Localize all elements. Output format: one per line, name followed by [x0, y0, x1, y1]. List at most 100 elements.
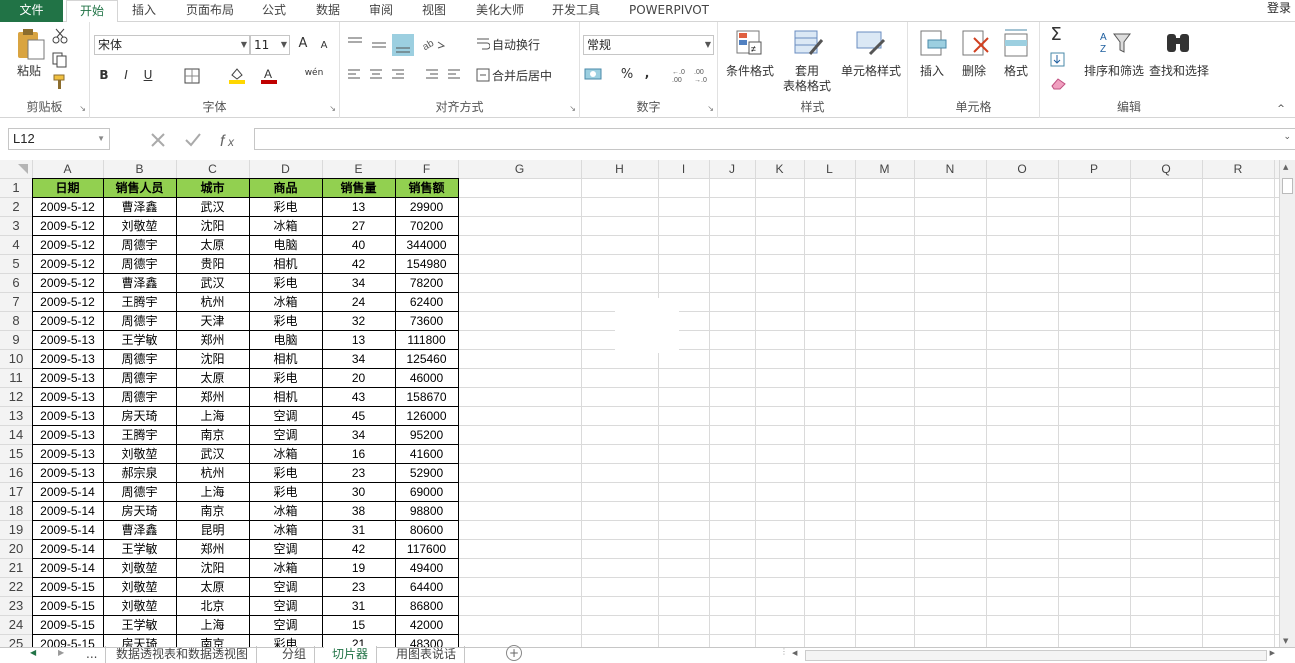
table-cell[interactable]: 房天琦 [121, 503, 157, 518]
table-cell[interactable]: 王腾宇 [121, 427, 157, 442]
delete-cells-button[interactable]: 删除 [956, 64, 992, 78]
table-cell[interactable]: 34 [352, 276, 366, 290]
table-cell[interactable]: 2009-5-15 [40, 599, 95, 613]
table-cell[interactable]: 2009-5-14 [40, 561, 95, 575]
table-cell[interactable]: 王学敏 [121, 541, 157, 556]
column-header-L[interactable]: L [826, 162, 833, 176]
row-header-4[interactable]: 4 [12, 237, 19, 252]
table-cell[interactable]: 南京 [200, 503, 224, 518]
row-header-12[interactable]: 12 [9, 389, 23, 404]
table-cell[interactable]: 贵阳 [200, 257, 224, 271]
tab-insert[interactable]: 插入 [124, 0, 164, 22]
tab-view[interactable]: 视图 [414, 0, 454, 22]
table-cell[interactable]: 38 [352, 504, 366, 518]
table-cell[interactable]: 彩电 [273, 485, 297, 499]
table-cell[interactable]: 曹泽鑫 [121, 199, 157, 214]
horizontal-scrollbar[interactable] [805, 650, 1267, 661]
row-header-3[interactable]: 3 [12, 218, 19, 233]
font-launcher-icon[interactable]: ↘ [329, 104, 336, 113]
row-header-19[interactable]: 19 [9, 522, 23, 537]
row-header-13[interactable]: 13 [9, 408, 23, 423]
font-color-icon[interactable]: A [260, 66, 278, 84]
tab-beautify[interactable]: 美化大师 [468, 0, 532, 22]
column-header-F[interactable]: F [423, 162, 430, 176]
sheet-tab-group[interactable]: 分组 [274, 646, 316, 663]
fill-icon[interactable] [1050, 52, 1066, 68]
table-cell[interactable]: 2009-5-12 [40, 257, 95, 271]
tab-developer[interactable]: 开发工具 [544, 0, 608, 22]
table-cell[interactable]: 冰箱 [273, 560, 297, 575]
table-cell[interactable]: 空调 [273, 580, 297, 594]
table-cell[interactable]: 2009-5-13 [40, 428, 95, 442]
clear-icon[interactable] [1050, 76, 1068, 90]
table-cell[interactable]: 2009-5-12 [40, 200, 95, 214]
table-cell[interactable]: 2009-5-14 [40, 485, 95, 499]
tab-home[interactable]: 开始 [66, 0, 118, 23]
table-cell[interactable]: 2009-5-12 [40, 276, 95, 290]
table-cell[interactable]: 29900 [410, 200, 444, 214]
hscroll-right-icon[interactable]: ▶ [1270, 649, 1275, 657]
column-header-R[interactable]: R [1234, 162, 1243, 176]
table-cell[interactable]: 95200 [410, 428, 444, 442]
table-cell[interactable]: 15 [352, 618, 366, 632]
hscroll-left-icon[interactable]: ◀ [792, 649, 797, 657]
table-cell[interactable]: 郝宗泉 [121, 465, 157, 480]
table-cell[interactable]: 曹泽鑫 [121, 522, 157, 537]
table-cell[interactable]: 冰箱 [273, 294, 297, 309]
table-cell[interactable]: 刘敬堃 [121, 446, 157, 461]
cell-grid[interactable]: A B C D E F G H I J K L M N O P Q R1234567891011121314151… [0, 160, 1279, 647]
sort-filter-button[interactable]: 排序和筛选 [1082, 64, 1146, 78]
column-header-K[interactable]: K [775, 162, 783, 176]
collapse-ribbon-icon[interactable]: ^ [1275, 102, 1287, 116]
scroll-down-icon[interactable]: ▼ [1283, 637, 1288, 645]
row-header-1[interactable]: 1 [12, 180, 19, 195]
orientation-icon[interactable]: ab [420, 36, 448, 52]
table-cell[interactable]: 31 [352, 523, 366, 537]
table-cell[interactable]: 98800 [410, 504, 444, 518]
table-cell[interactable]: 刘敬堃 [121, 560, 157, 575]
column-header-D[interactable]: D [281, 162, 290, 176]
bold-button[interactable]: B [98, 68, 110, 82]
table-cell[interactable]: 69000 [410, 485, 444, 499]
border-icon[interactable] [184, 68, 200, 84]
header-cell[interactable]: 销售人员 [115, 180, 163, 195]
table-cell[interactable]: 27 [352, 219, 366, 233]
table-cell[interactable]: 空调 [273, 599, 297, 613]
table-cell[interactable]: 23 [352, 466, 366, 480]
expand-formula-icon[interactable]: ⌄ [1283, 132, 1291, 142]
row-header-23[interactable]: 23 [9, 598, 23, 613]
table-cell[interactable]: 2009-5-12 [40, 295, 95, 309]
decimal-icons[interactable]: ←.0.00 .00→.0 [672, 66, 712, 84]
table-cell[interactable]: 南京 [200, 427, 224, 442]
table-cell[interactable]: 46000 [410, 371, 444, 385]
table-cell[interactable]: 23 [352, 580, 366, 594]
row-header-14[interactable]: 14 [9, 427, 23, 442]
sheet-tab-more[interactable]: ... [78, 646, 107, 663]
insert-cells-button[interactable]: 插入 [914, 64, 950, 78]
table-cell[interactable]: 49400 [410, 561, 444, 575]
table-cell[interactable]: 125460 [406, 352, 446, 366]
sheet-tab-chart[interactable]: 用图表说话 [388, 646, 466, 663]
table-cell[interactable]: 42 [352, 257, 366, 271]
alignment-launcher-icon[interactable]: ↘ [569, 104, 576, 113]
table-cell[interactable]: 344000 [406, 238, 446, 252]
table-cell[interactable]: 41600 [410, 447, 444, 461]
table-cell[interactable]: 周德宇 [121, 237, 157, 252]
copy-icon[interactable] [52, 52, 74, 68]
row-header-8[interactable]: 8 [12, 313, 19, 328]
formula-input[interactable] [254, 128, 1295, 150]
scroll-thumb[interactable] [1282, 178, 1293, 194]
header-cell[interactable]: 日期 [55, 180, 79, 195]
table-cell[interactable]: 杭州 [200, 465, 224, 480]
table-cell[interactable]: 16 [352, 447, 366, 461]
table-cell[interactable]: 空调 [273, 542, 297, 556]
table-cell[interactable]: 周德宇 [121, 256, 157, 271]
tab-file[interactable]: 文件 [0, 0, 63, 22]
table-cell[interactable]: 31 [352, 599, 366, 613]
sheet-tab-slicer[interactable]: 切片器 [324, 646, 378, 663]
name-box[interactable]: L12 ▼ [8, 128, 110, 150]
table-cell[interactable]: 80600 [410, 523, 444, 537]
table-cell[interactable]: 2009-5-14 [40, 523, 95, 537]
row-header-11[interactable]: 11 [9, 370, 23, 385]
font-name-combo[interactable]: 宋体 ▼ [94, 35, 250, 55]
